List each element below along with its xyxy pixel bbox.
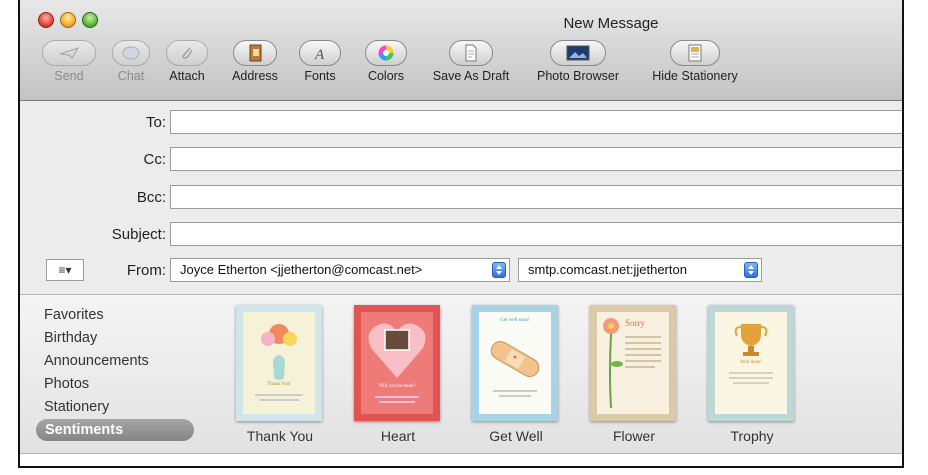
category-birthday[interactable]: Birthday: [44, 330, 97, 346]
window-title: New Message: [563, 15, 659, 32]
template-label-thank-you: Thank You: [246, 428, 314, 444]
address-button[interactable]: Address: [226, 40, 284, 83]
thank-you-card-text: Thank You!: [267, 382, 291, 387]
heart-photo-icon: [368, 323, 426, 403]
cc-label: Cc:: [143, 151, 167, 168]
message-headers: To: Cc: Bcc: Subject: ≡▾ From: Joyce Eth…: [20, 101, 902, 295]
template-label-flower: Flower: [612, 428, 655, 444]
select-arrows-icon: [492, 262, 506, 278]
stationery-trophy[interactable]: Well done!: [708, 305, 794, 421]
bandage-icon: [490, 341, 540, 397]
subject-field[interactable]: [170, 222, 902, 246]
from-account-select[interactable]: Joyce Etherton <jjetherton@comcast.net>: [170, 258, 510, 282]
message-body[interactable]: [20, 454, 902, 466]
stationery-icon: [688, 44, 702, 62]
category-announcements[interactable]: Announcements: [44, 353, 149, 369]
smtp-server-value: smtp.comcast.net:jjetherton: [528, 262, 687, 277]
to-row: To:: [20, 110, 902, 134]
color-wheel-icon: [378, 45, 394, 61]
category-stationery[interactable]: Stationery: [44, 399, 109, 415]
subject-row: Subject:: [20, 222, 902, 246]
colors-button[interactable]: Colors: [358, 40, 414, 83]
stationery-flower[interactable]: Sorry: [590, 305, 676, 421]
flower-vase-icon: [255, 324, 303, 401]
cc-row: Cc:: [20, 147, 902, 171]
fonts-button[interactable]: A Fonts: [296, 40, 344, 83]
category-photos[interactable]: Photos: [44, 376, 89, 392]
cc-field[interactable]: [170, 147, 902, 171]
stationery-pane: Favorites Birthday Announcements Photos …: [20, 295, 902, 454]
heart-card-text: Will you be mine?: [378, 384, 416, 389]
category-favorites[interactable]: Favorites: [44, 307, 104, 323]
hide-stationery-button[interactable]: Hide Stationery: [640, 40, 750, 83]
template-label-get-well: Get Well: [489, 428, 543, 444]
font-icon: A: [314, 47, 325, 61]
address-book-icon: [249, 44, 262, 62]
subject-label: Subject:: [111, 226, 166, 243]
stationery-get-well[interactable]: Get well soon!: [472, 305, 558, 421]
attach-button[interactable]: Attach: [160, 40, 214, 83]
flower-card-text: Sorry: [625, 318, 645, 328]
photo-icon: [566, 45, 590, 61]
to-field[interactable]: [170, 110, 902, 134]
from-label: From:: [126, 262, 166, 279]
header-options-menu-button[interactable]: ≡▾: [46, 259, 84, 281]
paper-plane-icon: [59, 47, 80, 59]
photo-browser-button[interactable]: Photo Browser: [528, 40, 628, 83]
from-account-value: Joyce Etherton <jjetherton@comcast.net>: [180, 262, 423, 277]
bcc-field[interactable]: [170, 185, 902, 209]
trophy-card-text: Well done!: [740, 360, 762, 365]
bcc-label: Bcc:: [136, 189, 166, 206]
template-label-trophy: Trophy: [730, 428, 774, 444]
chat-bubble-icon: [122, 46, 140, 60]
send-button[interactable]: Send: [42, 40, 96, 83]
toolbar: New Message Send Chat Attach Address A F…: [20, 0, 902, 101]
chat-button[interactable]: Chat: [112, 40, 150, 83]
bcc-row: Bcc:: [20, 185, 902, 209]
paperclip-icon: [182, 47, 193, 59]
category-sentiments[interactable]: Sentiments: [36, 419, 194, 441]
svg-text:A: A: [314, 47, 325, 61]
smtp-server-select[interactable]: smtp.comcast.net:jjetherton: [518, 258, 762, 282]
to-label: To:: [145, 114, 166, 131]
select-arrows-icon: [744, 262, 758, 278]
stationery-heart[interactable]: Will you be mine?: [354, 305, 440, 421]
stationery-thank-you[interactable]: Thank You!: [236, 305, 322, 421]
mail-compose-window: New Message Send Chat Attach Address A F…: [18, 0, 904, 468]
template-label-heart: Heart: [380, 428, 416, 444]
get-well-card-text: Get well soon!: [500, 318, 530, 323]
save-as-draft-button[interactable]: Save As Draft: [424, 40, 518, 83]
draft-document-icon: [465, 44, 477, 62]
